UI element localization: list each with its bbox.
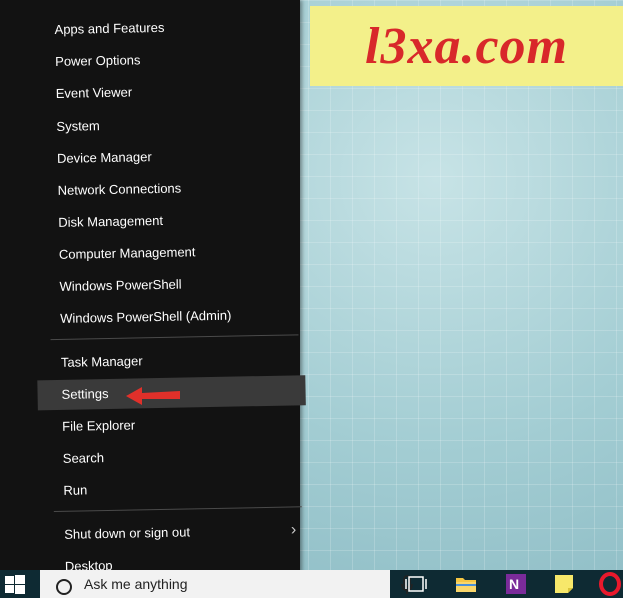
watermark-text: l3xa.com (365, 17, 568, 75)
menu-item-apps-and-features[interactable]: Apps and Features (30, 10, 299, 45)
task-view-icon[interactable] (404, 572, 428, 596)
menu-item-search[interactable]: Search (39, 439, 308, 474)
winx-power-menu: Apps and Features Power Options Event Vi… (0, 0, 306, 586)
menu-item-system[interactable]: System (32, 107, 301, 142)
menu-item-power-options[interactable]: Power Options (31, 42, 300, 77)
opera-icon[interactable] (598, 572, 622, 596)
menu-item-device-manager[interactable]: Device Manager (33, 139, 302, 174)
menu-item-run[interactable]: Run (39, 471, 308, 506)
windows-icon[interactable] (4, 574, 26, 596)
taskbar: Ask me anything N (0, 570, 623, 598)
cortana-icon (56, 579, 72, 595)
menu-separator (53, 506, 302, 513)
onenote-icon[interactable]: N (504, 572, 528, 596)
chevron-right-icon: › (290, 521, 297, 539)
menu-separator (50, 334, 299, 341)
menu-item-windows-powershell-admin[interactable]: Windows PowerShell (Admin) (36, 299, 305, 334)
menu-item-file-explorer[interactable]: File Explorer (38, 407, 307, 442)
watermark: l3xa.com (310, 6, 623, 86)
menu-item-shut-down-or-sign-out[interactable]: Shut down or sign out › (40, 515, 309, 550)
search-placeholder: Ask me anything (84, 576, 188, 592)
file-explorer-icon[interactable] (454, 572, 478, 596)
shut-down-label: Shut down or sign out (64, 524, 191, 542)
menu-item-network-connections[interactable]: Network Connections (33, 171, 302, 206)
menu-item-task-manager[interactable]: Task Manager (37, 343, 306, 378)
cortana-search-box[interactable]: Ask me anything (40, 570, 413, 598)
menu-item-disk-management[interactable]: Disk Management (34, 203, 303, 238)
sticky-notes-icon[interactable] (552, 572, 576, 596)
menu-item-computer-management[interactable]: Computer Management (35, 235, 304, 270)
svg-text:N: N (509, 576, 519, 592)
menu-item-event-viewer[interactable]: Event Viewer (32, 74, 301, 109)
red-arrow-icon (126, 387, 180, 405)
menu-item-windows-powershell[interactable]: Windows PowerShell (35, 267, 304, 302)
